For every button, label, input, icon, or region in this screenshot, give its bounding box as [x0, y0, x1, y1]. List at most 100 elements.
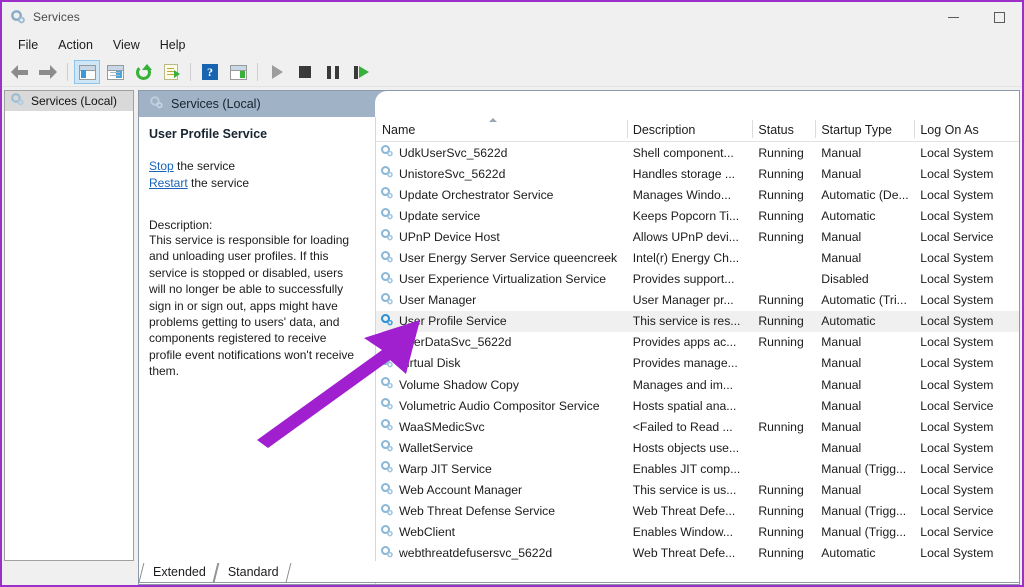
toolbar: ?	[2, 58, 1022, 87]
column-header-startup-type[interactable]: Startup Type	[815, 117, 914, 141]
stop-service-link[interactable]: Stop	[149, 159, 174, 173]
cell-description: Hosts spatial ana...	[632, 398, 737, 413]
cell-startup-type: Automatic (Tri...	[821, 293, 907, 308]
table-row[interactable]: Update service Keeps Popcorn Ti... Running…	[376, 205, 1019, 226]
table-row[interactable]: Warp JIT Service Enables JIT comp... Manua…	[376, 458, 1019, 479]
table-row[interactable]: UPnP Device Host Allows UPnP devi... Runni…	[376, 226, 1019, 247]
service-gear-icon	[380, 545, 394, 562]
cell-description: Provides manage...	[632, 356, 738, 371]
forward-arrow-icon	[39, 65, 57, 79]
cell-description: Web Threat Defe...	[632, 546, 736, 561]
help-button[interactable]: ?	[197, 60, 223, 84]
table-row[interactable]: User Manager User Manager pr... Running Aut…	[376, 290, 1019, 311]
column-header-description[interactable]: Description	[626, 117, 753, 141]
service-detail-pane: User Profile Service Stop the service Re…	[139, 117, 375, 584]
table-row[interactable]: UdkUserSvc_5622d Shell component... Runnin…	[376, 142, 1019, 163]
service-name-label: Web Account Manager	[399, 483, 523, 498]
service-gear-icon	[380, 503, 394, 520]
cell-name: WaaSMedicSvc	[376, 418, 627, 435]
sidebar-item-services-local[interactable]: Services (Local)	[5, 91, 133, 111]
detail-service-title: User Profile Service	[149, 127, 268, 141]
refresh-icon	[135, 63, 152, 80]
column-header-name[interactable]: Name	[376, 117, 627, 141]
menu-action[interactable]: Action	[48, 35, 103, 55]
table-row[interactable]: Web Account Manager This service is us...…	[376, 480, 1019, 501]
menu-help[interactable]: Help	[150, 35, 196, 55]
cell-description: This service is us...	[632, 483, 737, 498]
tab-extended[interactable]: Extended	[141, 563, 216, 582]
table-row[interactable]: Update Orchestrator Service Manages Windo…	[376, 184, 1019, 205]
column-header-status[interactable]: Status	[752, 117, 815, 141]
show-action-pane-button[interactable]	[225, 60, 251, 84]
table-row[interactable]: Volumetric Audio Compositor Service Hosts…	[376, 395, 1019, 416]
cell-status: Running	[758, 525, 804, 540]
properties-button[interactable]	[102, 60, 128, 84]
cell-status: Running	[758, 483, 804, 498]
cell-log-on-as: Local Service	[920, 525, 994, 540]
table-row[interactable]: Virtual Disk Provides manage... Manual Loca…	[376, 353, 1019, 374]
cell-description: Shell component...	[632, 145, 734, 160]
menu-file[interactable]: File	[8, 35, 48, 55]
services-gear-icon	[10, 92, 25, 110]
restart-service-button[interactable]	[348, 60, 374, 84]
menu-view[interactable]: View	[103, 35, 150, 55]
table-row[interactable]: WalletService Hosts objects use... Manual L…	[376, 437, 1019, 458]
service-gear-icon	[380, 355, 394, 372]
table-row[interactable]: Web Threat Defense Service Web Threat Def…	[376, 501, 1019, 522]
pause-service-button[interactable]	[320, 60, 346, 84]
table-row[interactable]: UserDataSvc_5622d Provides apps ac... Runn…	[376, 332, 1019, 353]
refresh-button[interactable]	[130, 60, 156, 84]
service-gear-icon	[380, 165, 394, 182]
cell-status: Running	[758, 335, 804, 350]
cell-description: Web Threat Defe...	[632, 504, 736, 519]
description-label: Description:	[149, 218, 213, 232]
pause-service-icon	[327, 65, 339, 79]
service-name-label: WebClient	[399, 525, 455, 540]
cell-name: Update service	[376, 207, 627, 224]
cell-status: Running	[758, 187, 804, 202]
cell-startup-type: Manual	[821, 440, 862, 455]
forward-button[interactable]	[35, 60, 61, 84]
service-name-label: User Profile Service	[399, 314, 507, 329]
minimize-icon	[947, 16, 959, 18]
services-gear-icon	[149, 95, 164, 113]
cell-log-on-as: Local System	[920, 483, 994, 498]
table-row[interactable]: User Profile Service This service is res.…	[376, 310, 1019, 332]
back-button[interactable]	[7, 60, 33, 84]
cell-status: Running	[758, 293, 804, 308]
export-list-button[interactable]	[158, 60, 184, 84]
cell-log-on-as: Local Service	[920, 229, 994, 244]
cell-description: Keeps Popcorn Ti...	[632, 208, 740, 223]
service-gear-icon	[380, 313, 394, 330]
service-gear-icon	[380, 460, 394, 477]
cell-startup-type: Manual	[821, 251, 862, 266]
tab-standard[interactable]: Standard	[216, 563, 289, 582]
toolbar-separator	[190, 63, 191, 81]
cell-name: Warp JIT Service	[376, 460, 627, 477]
table-row[interactable]: WebClient Enables Window... Running Manual …	[376, 522, 1019, 543]
list-header: Name Description Status Startup Type Log On …	[376, 117, 1019, 142]
service-gear-icon	[380, 418, 394, 435]
show-hide-console-tree-button[interactable]	[74, 60, 100, 84]
service-gear-icon	[380, 439, 394, 456]
minimize-button[interactable]	[930, 2, 976, 32]
maximize-icon	[993, 11, 1005, 23]
table-row[interactable]: User Experience Virtualization Service Pr…	[376, 269, 1019, 290]
cell-startup-type: Automatic	[821, 546, 876, 561]
stop-service-button[interactable]	[292, 60, 318, 84]
table-row[interactable]: Volume Shadow Copy Manages and im... Manua…	[376, 374, 1019, 395]
cell-startup-type: Manual (Trigg...	[821, 461, 907, 476]
services-view-pane: Services (Local) User Profile Service St…	[138, 90, 1020, 585]
service-gear-icon	[380, 144, 394, 161]
table-row[interactable]: User Energy Server Service queencreek Int…	[376, 247, 1019, 268]
start-service-button[interactable]	[264, 60, 290, 84]
cell-name: User Experience Virtualization Service	[376, 271, 627, 288]
restart-service-link[interactable]: Restart	[149, 176, 188, 190]
service-name-label: Virtual Disk	[399, 356, 461, 371]
maximize-button[interactable]	[976, 2, 1022, 32]
cell-name: User Profile Service	[376, 313, 627, 330]
table-row[interactable]: UnistoreSvc_5622d Handles storage ... Runn…	[376, 163, 1019, 184]
cell-description: Enables JIT comp...	[632, 461, 741, 476]
table-row[interactable]: WaaSMedicSvc <Failed to Read ... Running Ma…	[376, 416, 1019, 437]
column-header-log-on-as[interactable]: Log On As	[914, 117, 1019, 141]
